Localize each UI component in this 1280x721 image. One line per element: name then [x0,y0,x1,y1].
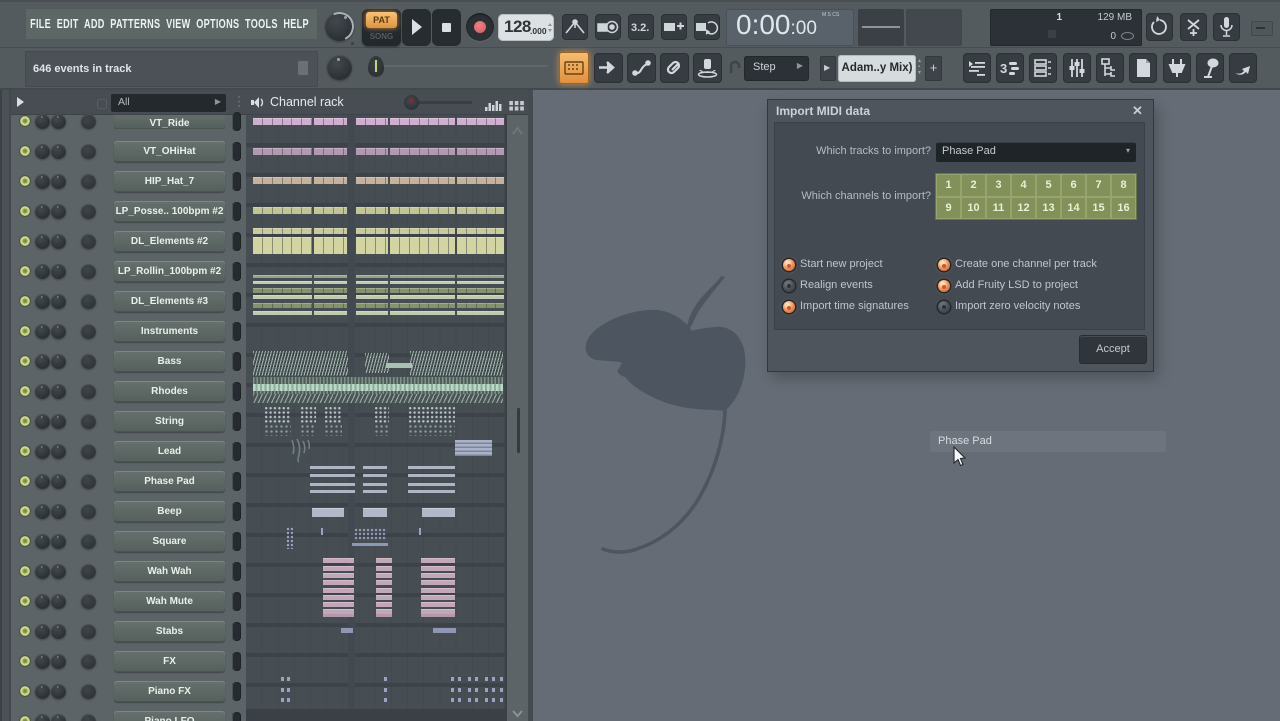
svg-text:3.2.: 3.2. [631,22,649,34]
svg-text:3: 3 [1000,61,1007,76]
